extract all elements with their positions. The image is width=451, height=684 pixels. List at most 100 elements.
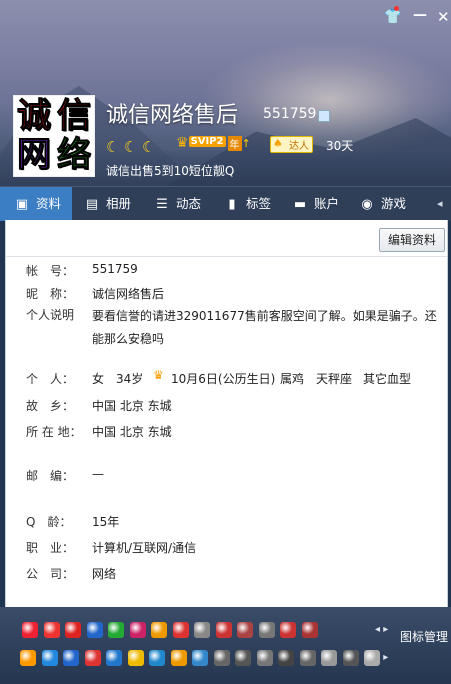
tshirt-icon[interactable]: 👕 [384, 6, 401, 24]
badge-icon[interactable] [215, 622, 232, 638]
arrow-up-icon: ↑ [241, 137, 251, 150]
tab-profile[interactable]: ▣ 资料 [0, 187, 72, 221]
crown-icon: ♛ [176, 135, 189, 151]
wallet-icon: ▬ [293, 197, 307, 212]
badge-icon[interactable] [106, 650, 122, 666]
badge-icon[interactable] [194, 622, 210, 638]
badge-icon[interactable] [237, 622, 253, 638]
vip-year: 年 [227, 136, 242, 151]
badge-icon[interactable] [151, 622, 167, 638]
badge-icon[interactable] [20, 650, 36, 666]
badge-icon[interactable] [41, 650, 58, 666]
avatar-char: 络 [57, 135, 92, 175]
edit-profile-button[interactable]: 编辑资料 [379, 228, 446, 252]
photo-album-icon: ▤ [85, 197, 99, 212]
badge-icon[interactable] [86, 622, 103, 638]
badge-icon[interactable] [258, 622, 275, 638]
nickname-label: 昵 称： [26, 287, 75, 301]
talent-label: 达人 [289, 141, 309, 152]
badge-icon[interactable] [127, 650, 144, 666]
tab-bar: ▣ 资料 ▤ 相册 ☰ 动态 ▮ 标签 ▬ 账户 ◉ 游戏 ◂ [0, 186, 451, 221]
job-value: 计算机/互联网/通信 [92, 541, 197, 555]
badge-icon[interactable] [170, 650, 187, 666]
qq-link-icon[interactable] [318, 110, 330, 122]
account-label: 帐 号： [26, 264, 75, 278]
badge-icon[interactable] [149, 650, 165, 666]
badge-icon[interactable] [22, 622, 38, 638]
qage-label: Q 龄： [26, 515, 72, 529]
game-icon: ◉ [361, 197, 373, 212]
level-moon-icon[interactable]: ☾ [142, 138, 155, 156]
qage-value: 15年 [92, 515, 120, 529]
level-moon-icon[interactable]: ☾ [124, 138, 137, 156]
badge-icon[interactable] [192, 650, 208, 666]
tab-feed[interactable]: ☰ 动态 [154, 187, 201, 221]
birthday-value: 10月6日(公历生日) [171, 372, 276, 386]
badge-icon[interactable] [63, 650, 79, 666]
account-value: 551759 [92, 262, 138, 276]
badge-icon[interactable] [235, 650, 251, 666]
company-label: 公 司： [26, 567, 75, 581]
level-moon-icon[interactable]: ☾ [106, 138, 119, 156]
profile-content: 编辑资料 帐 号： 551759 昵 称： 诚信网络售后 个人说明 要看信誉的请… [5, 220, 448, 607]
divider [6, 256, 447, 257]
bookmark-icon: ▮ [228, 197, 236, 212]
personal-label: 个 人： [26, 372, 75, 386]
icon-tray [0, 607, 451, 684]
badge-icon[interactable] [256, 650, 273, 666]
close-icon[interactable]: ✕ [437, 10, 450, 25]
intro-value: 要看信誉的请进329011677售前客服空间了解。如果是骗子。还能那么安稳吗 [92, 309, 437, 346]
notification-dot [394, 6, 399, 11]
avatar-char: 信 [57, 96, 92, 136]
nickname-title: 诚信网络售后 [106, 103, 239, 128]
tab-tags[interactable]: ▮ 标签 [224, 187, 271, 221]
zodiac-value: 属鸡 [280, 372, 305, 386]
badge-icon[interactable] [172, 622, 189, 638]
tab-games[interactable]: ◉ 游戏 [359, 187, 406, 221]
badge-icon[interactable] [299, 650, 316, 666]
badge-icon[interactable] [321, 650, 337, 666]
location-label: 所 在 地： [26, 425, 82, 439]
tray-scroll-icon[interactable]: ◂ ▸ [375, 624, 388, 635]
qq-number: 551759 [263, 106, 317, 122]
badge-icon[interactable] [108, 622, 124, 638]
intro-label: 个人说明 [26, 308, 75, 322]
location-value: 中国 北京 东城 [92, 425, 172, 439]
vip-badge[interactable]: ♛ SVIP2 年 ↑ [176, 135, 251, 151]
tab-album[interactable]: ▤ 相册 [84, 187, 131, 221]
age-value: 34岁 [116, 372, 144, 386]
vip-level: SVIP2 [188, 136, 226, 147]
talent-icon: ♠ [273, 137, 283, 150]
nickname-value: 诚信网络售后 [92, 287, 165, 301]
id-card-icon: ▣ [15, 197, 29, 212]
constellation-value: 天秤座 [316, 372, 353, 386]
hometown-label: 故 乡： [26, 399, 75, 413]
minimize-icon[interactable]: — [413, 8, 427, 22]
badge-icon[interactable] [342, 650, 359, 666]
profile-window: 👕 — ✕ 诚 信 网 络 诚信网络售后 551759 ☾ ☾ ☾ ♛ SVIP2… [0, 0, 451, 684]
profile-header: 👕 — ✕ 诚 信 网 络 诚信网络售后 551759 ☾ ☾ ☾ ♛ SVIP2… [0, 0, 451, 186]
badge-icon[interactable] [84, 650, 101, 666]
talent-days: 30天 [326, 139, 354, 153]
talent-badge[interactable]: ♠ 达人 [270, 136, 313, 153]
badge-icon[interactable] [278, 650, 294, 666]
blood-type-value: 其它血型 [363, 372, 412, 386]
company-value: 网络 [92, 567, 117, 581]
hometown-value: 中国 北京 东城 [92, 399, 172, 413]
postcode-value: — [92, 467, 104, 481]
avatar[interactable]: 诚 信 网 络 [13, 95, 95, 177]
signature[interactable]: 诚信出售5到10短位靓Q [106, 162, 234, 179]
badge-icon[interactable] [301, 622, 318, 638]
avatar-char: 诚 [17, 96, 52, 136]
tab-scroll-left-icon[interactable]: ◂ [437, 197, 443, 210]
feed-icon: ☰ [156, 197, 168, 212]
badge-icon[interactable] [43, 622, 60, 638]
badge-icon[interactable] [280, 622, 296, 638]
badge-icon[interactable] [129, 622, 146, 638]
job-label: 职 业： [26, 541, 75, 555]
badge-icon[interactable] [213, 650, 230, 666]
icon-manage-link[interactable]: 图标管理 [400, 628, 448, 645]
badge-icon[interactable] [364, 650, 380, 666]
badge-icon[interactable] [65, 622, 81, 638]
tab-account[interactable]: ▬ 账户 [292, 187, 339, 221]
